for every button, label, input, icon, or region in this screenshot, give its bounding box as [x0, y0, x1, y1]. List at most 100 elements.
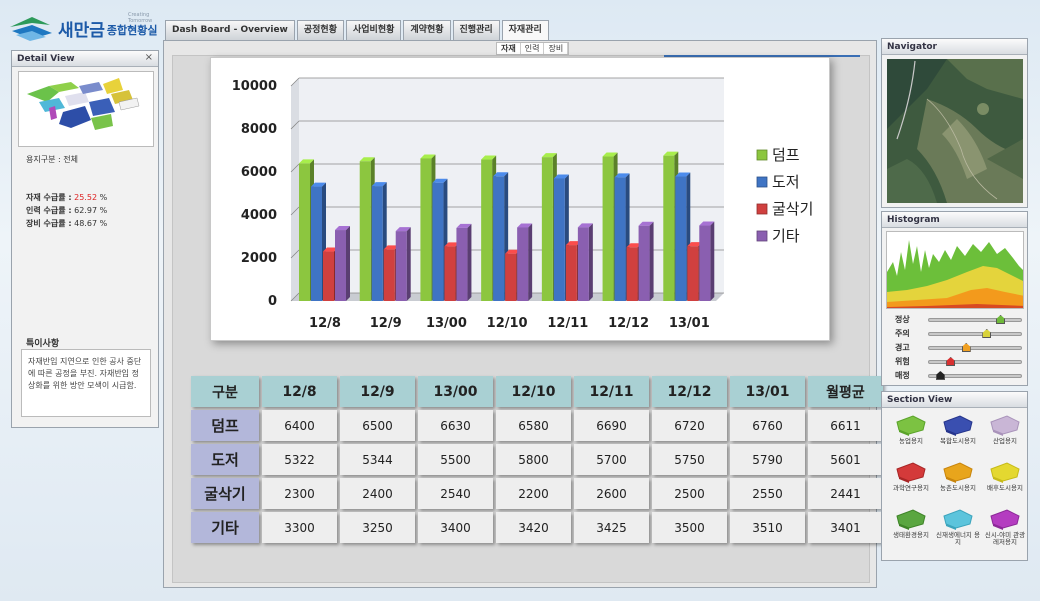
- navigator-title: Navigator: [882, 39, 1027, 55]
- tab-material-management[interactable]: 자재관리: [501, 20, 549, 40]
- table-cell: 3420: [496, 512, 571, 543]
- x-tick-label: 12/12: [608, 316, 649, 331]
- labor-rate-label: 인력 수급률 :: [26, 206, 72, 215]
- table-cell: 6760: [730, 410, 805, 441]
- level-slider-handle[interactable]: [961, 343, 971, 352]
- logo-tagline: Creating Tomorrow: [128, 12, 153, 24]
- table-column-header: 12/10: [496, 376, 571, 407]
- table-cell: 2550: [730, 478, 805, 509]
- subtab-labor[interactable]: 인력: [521, 43, 545, 54]
- y-tick-label: 0: [268, 294, 277, 309]
- table-cell: 6690: [574, 410, 649, 441]
- close-icon[interactable]: ×: [145, 52, 153, 63]
- row-header-excavator: 굴삭기: [191, 478, 259, 509]
- table-cell: 2200: [496, 478, 571, 509]
- table-cell: 6611: [808, 410, 883, 441]
- table-cell: 2540: [418, 478, 493, 509]
- bar: [493, 176, 505, 301]
- level-slider-handle[interactable]: [946, 357, 956, 366]
- tab-dashboard-overview[interactable]: Dash Board - Overview: [165, 20, 295, 40]
- section-item[interactable]: 농업용지: [888, 414, 934, 445]
- bar-side: [710, 221, 715, 301]
- bar-side: [528, 223, 533, 301]
- section-shape-icon: [893, 461, 929, 483]
- level-slider-track[interactable]: [928, 371, 1022, 380]
- table-column-header: 12/9: [340, 376, 415, 407]
- x-tick-label: 12/9: [370, 316, 402, 331]
- level-slider-track[interactable]: [928, 315, 1022, 324]
- x-tick-label: 13/01: [669, 316, 710, 331]
- equipment-bar-chart: 0 2000 4000 6000 8000 10000 12/8 12/9 13/00 12/10…: [210, 57, 830, 341]
- bar: [602, 156, 614, 301]
- navigator-panel: Navigator: [881, 38, 1028, 208]
- material-rate: 자재 수급률 : 25.52 %: [26, 192, 107, 203]
- bar: [420, 158, 432, 301]
- sub-tab-bar: 자재 인력 장비: [496, 42, 570, 55]
- table-cell: 5601: [808, 444, 883, 475]
- tab-process-status[interactable]: 공정현황: [296, 20, 344, 40]
- bar: [517, 227, 529, 301]
- table-column-header: 13/01: [730, 376, 805, 407]
- logo-subtitle: 종합현황실: [106, 24, 158, 37]
- section-item[interactable]: 농촌도시용지: [935, 461, 981, 492]
- main-tab-bar: Dash Board - Overview 공정현황 사업비현황 계약현황 진행…: [165, 20, 549, 40]
- level-slider-track[interactable]: [928, 343, 1022, 352]
- section-item[interactable]: 생태환경용지: [888, 508, 934, 539]
- tab-contract-status[interactable]: 계약현황: [403, 20, 451, 40]
- bar: [335, 230, 346, 301]
- legend-label: 기타: [772, 227, 800, 245]
- table-cell: 2500: [652, 478, 727, 509]
- table-cell: 3425: [574, 512, 649, 543]
- app-logo[interactable]: 새만금 종합현황실 Creating Tomorrow: [8, 10, 158, 46]
- bar: [687, 246, 699, 301]
- legend-swatch: [756, 230, 768, 242]
- tab-progress-management[interactable]: 진행관리: [452, 20, 500, 40]
- section-shape-icon: [987, 508, 1023, 530]
- tab-budget-status[interactable]: 사업비현황: [346, 20, 402, 40]
- level-slider-handle[interactable]: [996, 315, 1006, 324]
- section-item[interactable]: 과학연구용지: [888, 461, 934, 492]
- y-tick-label: 4000: [241, 208, 277, 223]
- table-cell: 6580: [496, 410, 571, 441]
- chart-side-wall: [291, 78, 299, 301]
- equipment-data-table: 구분 12/8 12/9 13/00 12/10 12/11 12/12 13/…: [188, 373, 886, 546]
- section-item[interactable]: 산업용지: [982, 414, 1028, 445]
- level-slider-track[interactable]: [928, 329, 1022, 338]
- section-item[interactable]: 신시-야미 관광레저용지: [982, 508, 1028, 546]
- site-3d-thumbnail[interactable]: [18, 71, 154, 147]
- subtab-material[interactable]: 자재: [497, 43, 521, 54]
- table-column-header: 13/00: [418, 376, 493, 407]
- level-slider-handle[interactable]: [935, 371, 945, 380]
- table-cell: 5322: [262, 444, 337, 475]
- satellite-map[interactable]: [887, 59, 1023, 203]
- bar: [299, 163, 310, 301]
- level-label: 경고: [895, 343, 910, 352]
- level-slider-handle[interactable]: [982, 329, 992, 338]
- level-slider-track[interactable]: [928, 357, 1022, 366]
- material-rate-label: 자재 수급률 :: [26, 193, 72, 202]
- section-item-label: 농업용지: [899, 437, 923, 445]
- bar: [323, 251, 334, 301]
- section-item-label: 배후도시용지: [987, 484, 1023, 492]
- section-item[interactable]: 복합도시용지: [935, 414, 981, 445]
- table-cell: 6500: [340, 410, 415, 441]
- level-label: 매정: [895, 371, 910, 380]
- table-column-header: 12/12: [652, 376, 727, 407]
- table-cell: 3500: [652, 512, 727, 543]
- histogram-panel: Histogram 정상 주의 경고 위험 매정: [881, 211, 1028, 386]
- section-item[interactable]: 신재생에너지 용지: [935, 508, 981, 546]
- table-column-header: 12/8: [262, 376, 337, 407]
- section-shape-icon: [893, 414, 929, 436]
- bar: [553, 178, 565, 301]
- section-item[interactable]: 배후도시용지: [982, 461, 1028, 492]
- histogram-chart: [886, 231, 1024, 309]
- section-item-label: 신시-야미 관광레저용지: [984, 531, 1026, 546]
- detail-view-title: Detail View: [12, 51, 158, 67]
- subtab-equipment[interactable]: 장비: [544, 43, 569, 54]
- legend-label: 굴삭기: [772, 200, 813, 218]
- x-tick-label: 13/00: [426, 316, 467, 331]
- bar: [699, 225, 711, 301]
- detail-view-panel: Detail View × 용지구분 : 전체 자재 수급률 : 25.52 %…: [11, 50, 159, 428]
- bar: [565, 245, 577, 301]
- legend-label: 덤프: [772, 146, 800, 164]
